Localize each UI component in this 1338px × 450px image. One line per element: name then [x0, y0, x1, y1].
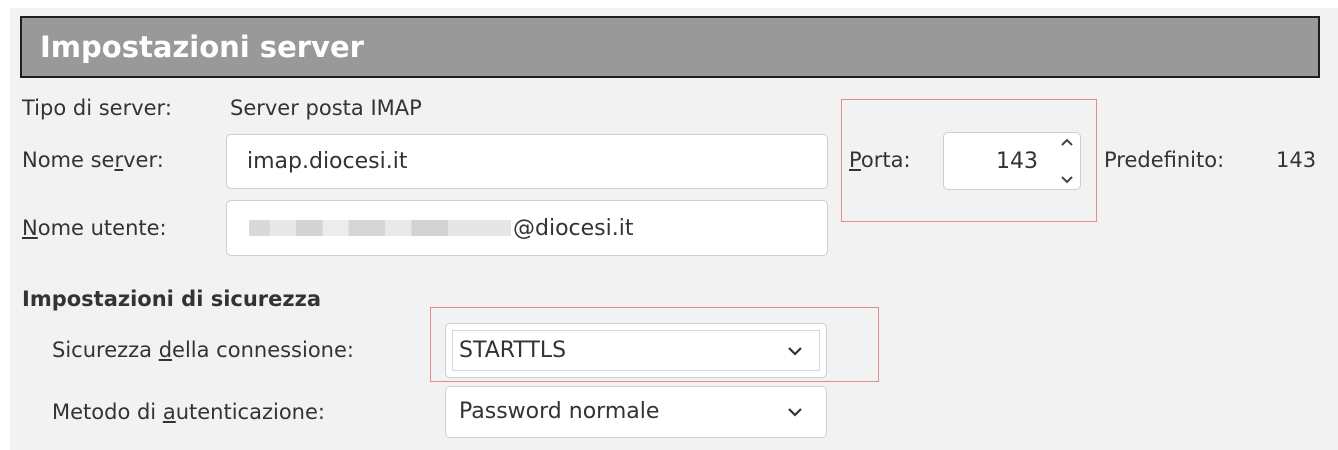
server-name-value: imap.diocesi.it: [247, 149, 408, 174]
port-default-value: 143: [1276, 148, 1317, 172]
security-section-title: Impostazioni di sicurezza: [22, 287, 322, 311]
username-label: Nome utente:: [22, 216, 167, 240]
section-header-title: Impostazioni server: [40, 30, 364, 64]
redacted-username: [249, 220, 511, 236]
port-highlight: [841, 99, 1097, 222]
server-type-value: Server posta IMAP: [230, 96, 422, 120]
server-name-label: Nome server:: [22, 148, 164, 172]
auth-method-label: Metodo di autenticazione:: [52, 400, 325, 424]
username-input[interactable]: @diocesi.it: [226, 200, 828, 256]
section-header: Impostazioni server: [20, 16, 1320, 78]
connection-security-label: Sicurezza della connessione:: [52, 338, 354, 362]
auth-method-value: Password normale: [459, 399, 660, 424]
username-domain: @diocesi.it: [513, 215, 634, 241]
auth-method-select[interactable]: Password normale: [445, 386, 827, 438]
server-name-input[interactable]: imap.diocesi.it: [226, 134, 828, 189]
server-type-label: Tipo di server:: [22, 96, 172, 120]
security-highlight: [430, 307, 879, 382]
port-default-label: Predefinito:: [1104, 148, 1225, 172]
dropdown-chevron-icon[interactable]: [786, 405, 804, 419]
